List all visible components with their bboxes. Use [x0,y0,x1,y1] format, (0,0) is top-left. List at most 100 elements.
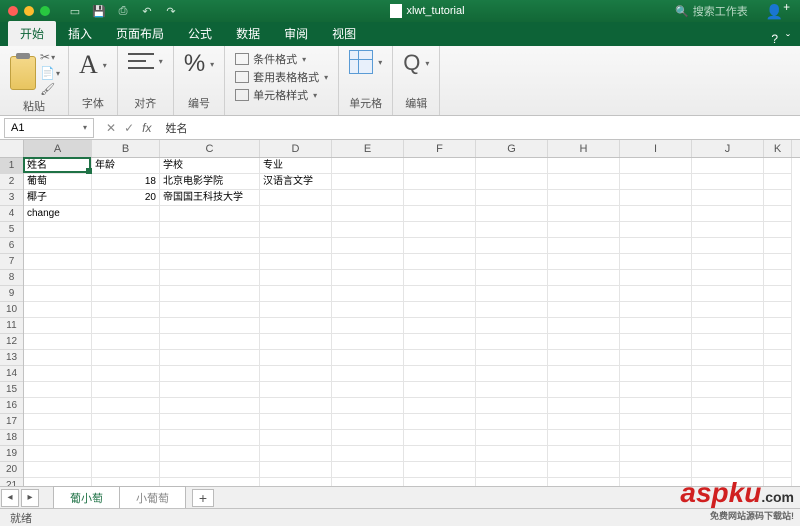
row-header[interactable]: 3 [0,190,23,206]
cell[interactable]: 专业 [260,158,332,174]
cell[interactable] [24,318,92,334]
cell[interactable] [764,350,792,366]
sheet-nav-prev[interactable]: ▸ [21,489,39,507]
cell[interactable] [620,366,692,382]
cell[interactable] [548,462,620,478]
sheet-tab-active[interactable]: 葡小萄 [53,486,120,510]
row-header[interactable]: 14 [0,366,23,382]
cell[interactable] [764,398,792,414]
cell[interactable] [620,302,692,318]
cell[interactable] [764,446,792,462]
cell[interactable] [160,382,260,398]
cell[interactable] [764,334,792,350]
cell[interactable] [92,302,160,318]
cell[interactable] [548,158,620,174]
cell[interactable]: 姓名 [24,158,92,174]
col-header-K[interactable]: K [764,140,792,157]
cell[interactable] [476,462,548,478]
cell[interactable] [404,302,476,318]
row-header[interactable]: 17 [0,414,23,430]
zoom-icon[interactable] [40,6,50,16]
cell[interactable] [476,398,548,414]
cell[interactable] [332,174,404,190]
col-header-C[interactable]: C [160,140,260,157]
cell[interactable] [692,350,764,366]
cell[interactable] [620,238,692,254]
sheet-nav-first[interactable]: ◂ [1,489,19,507]
cell[interactable] [764,318,792,334]
cell[interactable] [692,222,764,238]
cell[interactable] [548,174,620,190]
cell[interactable] [332,238,404,254]
cell[interactable] [260,398,332,414]
cell[interactable] [24,350,92,366]
cells-icon[interactable] [349,50,373,74]
cell[interactable] [92,238,160,254]
cell[interactable] [260,190,332,206]
cell[interactable] [692,302,764,318]
cell[interactable] [332,222,404,238]
tab-formula[interactable]: 公式 [176,21,224,46]
cell[interactable] [260,334,332,350]
paste-button[interactable] [10,56,36,90]
cut-button[interactable]: ✂▾ [40,50,58,64]
cell[interactable] [692,382,764,398]
cell[interactable] [764,430,792,446]
col-header-E[interactable]: E [332,140,404,157]
col-header-D[interactable]: D [260,140,332,157]
cell[interactable] [476,206,548,222]
cell[interactable] [548,350,620,366]
col-header-I[interactable]: I [620,140,692,157]
cell[interactable] [404,222,476,238]
row-header[interactable]: 13 [0,350,23,366]
row-header[interactable]: 12 [0,334,23,350]
cell[interactable] [548,398,620,414]
cell[interactable] [476,382,548,398]
col-header-A[interactable]: A [24,140,92,157]
cell[interactable] [260,270,332,286]
cell[interactable] [476,238,548,254]
cell[interactable] [764,270,792,286]
row-header[interactable]: 15 [0,382,23,398]
cell[interactable] [548,222,620,238]
cell[interactable] [404,398,476,414]
cell[interactable] [548,430,620,446]
cell[interactable] [24,270,92,286]
cell[interactable] [620,446,692,462]
cell-style-button[interactable]: 单元格样式▾ [235,86,328,104]
cell[interactable] [620,350,692,366]
cell[interactable] [160,414,260,430]
cell[interactable] [24,398,92,414]
cell[interactable] [160,318,260,334]
cell[interactable] [620,430,692,446]
cell[interactable]: 椰子 [24,190,92,206]
cell[interactable] [332,302,404,318]
cell[interactable] [24,430,92,446]
cell[interactable] [404,286,476,302]
cell[interactable] [260,318,332,334]
cell[interactable] [476,174,548,190]
cell[interactable] [476,430,548,446]
cell[interactable] [692,462,764,478]
cell[interactable] [332,430,404,446]
cell[interactable] [332,206,404,222]
cell[interactable] [692,158,764,174]
cell[interactable] [764,462,792,478]
cell[interactable] [24,382,92,398]
cell[interactable]: 帝国国王科技大学 [160,190,260,206]
cell[interactable] [548,382,620,398]
cell[interactable] [332,254,404,270]
col-header-J[interactable]: J [692,140,764,157]
cell[interactable] [332,190,404,206]
row-header[interactable]: 7 [0,254,23,270]
cell[interactable] [24,446,92,462]
cell[interactable] [92,206,160,222]
cell[interactable] [260,462,332,478]
cell[interactable] [764,414,792,430]
cell[interactable] [332,350,404,366]
select-all-corner[interactable] [0,140,24,158]
cell[interactable] [332,382,404,398]
cell[interactable]: 汉语言文学 [260,174,332,190]
redo-icon[interactable]: ↷ [162,2,180,20]
cell[interactable] [620,174,692,190]
